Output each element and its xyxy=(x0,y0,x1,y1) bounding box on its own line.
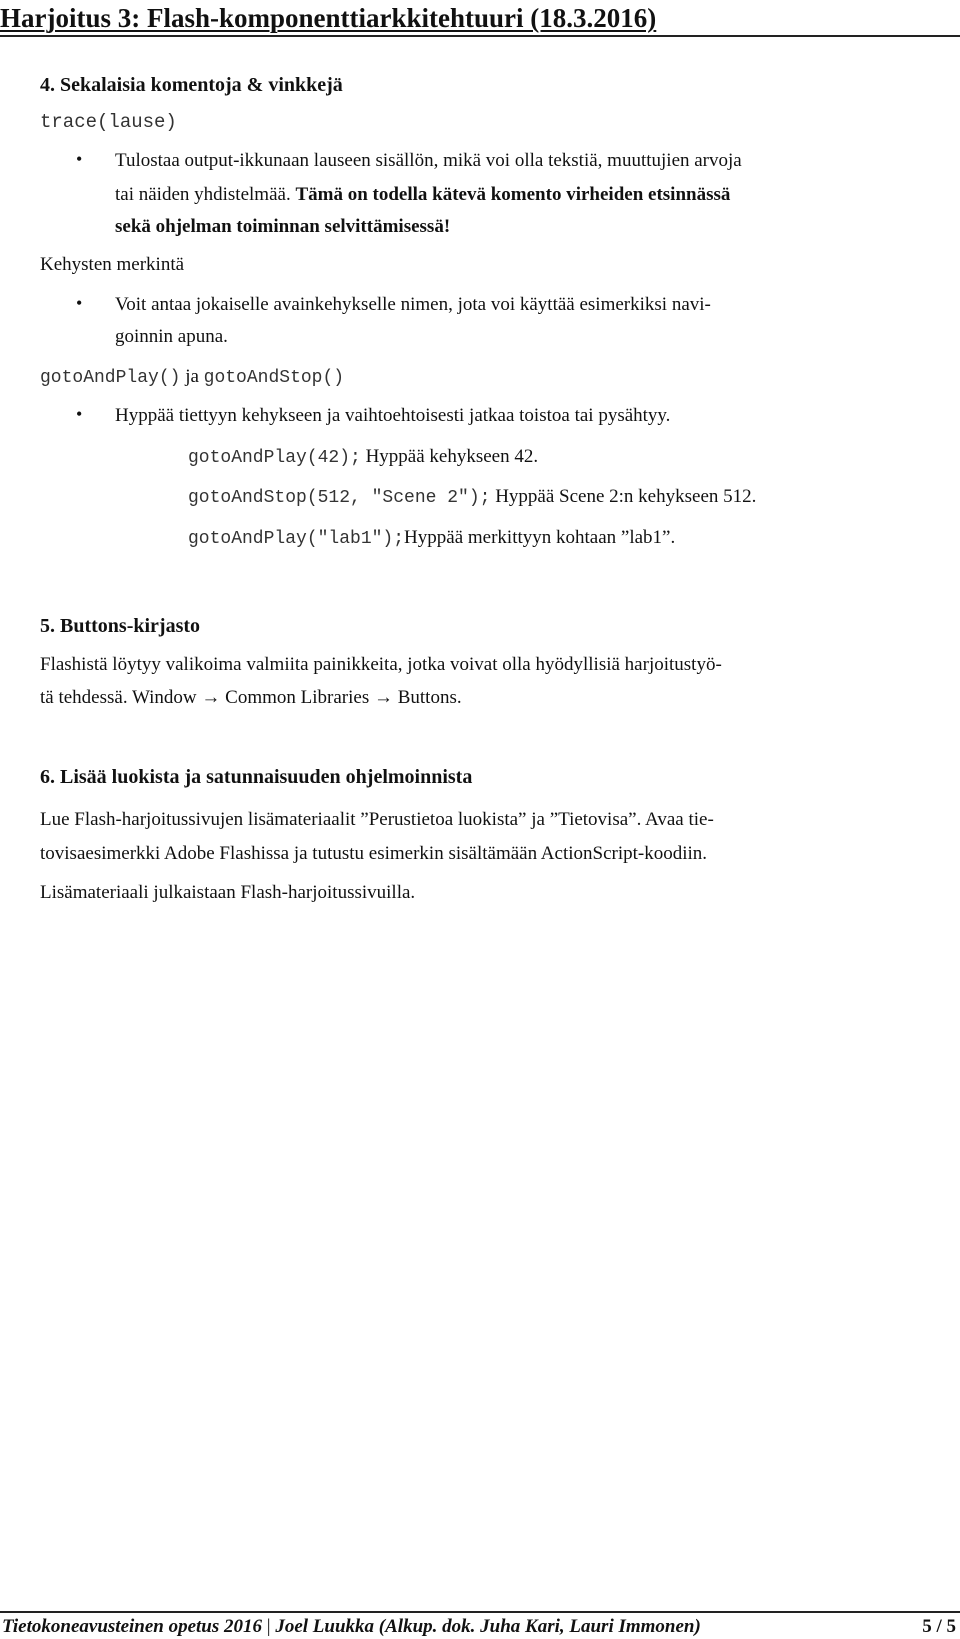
goto-play-code: gotoAndPlay() xyxy=(40,368,181,388)
section-5-line2: tä tehdessä. Window → Common Libraries →… xyxy=(40,687,462,708)
section-6-line1: Lue Flash-harjoitussivujen lisämateriaal… xyxy=(40,809,714,830)
frames-desc-line2: goinnin apuna. xyxy=(115,326,228,347)
goto-desc: Hyppää tiettyyn kehykseen ja vaihtoehtoi… xyxy=(115,405,671,426)
footer-separator: | xyxy=(262,1616,276,1637)
goto-joiner: ja xyxy=(180,366,204,387)
frames-desc-line1: Voit antaa jokaiselle avainkehykselle ni… xyxy=(115,294,711,315)
trace-desc-line2: tai näiden yhdistelmää. Tämä on todella … xyxy=(115,183,730,207)
document-title: Harjoitus 3: Flash-komponenttiarkkitehtu… xyxy=(0,2,960,37)
section-4-heading: 4. Sekalaisia komentoja & vinkkejä xyxy=(40,74,343,96)
goto-label: gotoAndPlay() ja gotoAndStop() xyxy=(40,365,344,390)
trace-desc-line3: sekä ohjelman toiminnan selvittämisessä! xyxy=(115,216,451,237)
section-6-line2: tovisaesimerkki Adobe Flashissa ja tutus… xyxy=(40,843,708,864)
example-text: Hyppää Scene 2:n kehykseen 512. xyxy=(495,486,757,507)
footer-credits: Tietokoneavusteinen opetus 2016 | Joel L… xyxy=(2,1615,701,1639)
bullet-icon: • xyxy=(76,149,83,169)
trace-desc-line1: Tulostaa output-ikkunaan lauseen sisällö… xyxy=(115,150,742,171)
page-number: 5 / 5 xyxy=(922,1616,956,1637)
example-text: Hyppää merkittyyn kohtaan ”lab1”. xyxy=(404,527,676,548)
section-5-line1: Flashistä löytyy valikoima valmiita pain… xyxy=(40,654,722,675)
example-code: gotoAndPlay("lab1"); xyxy=(188,529,405,549)
trace-desc-emphasis: Tämä on todella kätevä komento virheiden… xyxy=(295,184,731,205)
title-text: Harjoitus 3: Flash-komponenttiarkkitehtu… xyxy=(0,3,657,33)
footer-course: Tietokoneavusteinen opetus 2016 xyxy=(2,1616,263,1637)
page-footer: Tietokoneavusteinen opetus 2016 | Joel L… xyxy=(0,1611,960,1637)
goto-example-1: gotoAndPlay(42); Hyppää kehykseen 42. xyxy=(188,445,538,470)
section-6-line3: Lisämateriaali julkaistaan Flash-harjoit… xyxy=(40,882,416,903)
bullet-icon: • xyxy=(76,404,83,424)
goto-stop-code: gotoAndStop() xyxy=(203,368,345,388)
goto-example-2: gotoAndStop(512, "Scene 2"); Hyppää Scen… xyxy=(188,485,756,510)
frames-label: Kehysten merkintä xyxy=(40,254,185,275)
bullet-icon: • xyxy=(76,293,83,313)
section-6-heading: 6. Lisää luokista ja satunnaisuuden ohje… xyxy=(40,766,473,788)
footer-authors: Joel Luukka (Alkup. dok. Juha Kari, Laur… xyxy=(275,1616,701,1637)
example-text: Hyppää kehykseen 42. xyxy=(365,446,539,467)
goto-example-3: gotoAndPlay("lab1");Hyppää merkittyyn ko… xyxy=(188,526,675,551)
trace-code: trace(lause) xyxy=(40,111,177,133)
trace-desc-plain: tai näiden yhdistelmää. xyxy=(115,184,296,205)
example-code: gotoAndStop(512, "Scene 2"); xyxy=(188,488,491,508)
example-code: gotoAndPlay(42); xyxy=(188,448,361,468)
section-5-heading: 5. Buttons-kirjasto xyxy=(40,615,201,637)
